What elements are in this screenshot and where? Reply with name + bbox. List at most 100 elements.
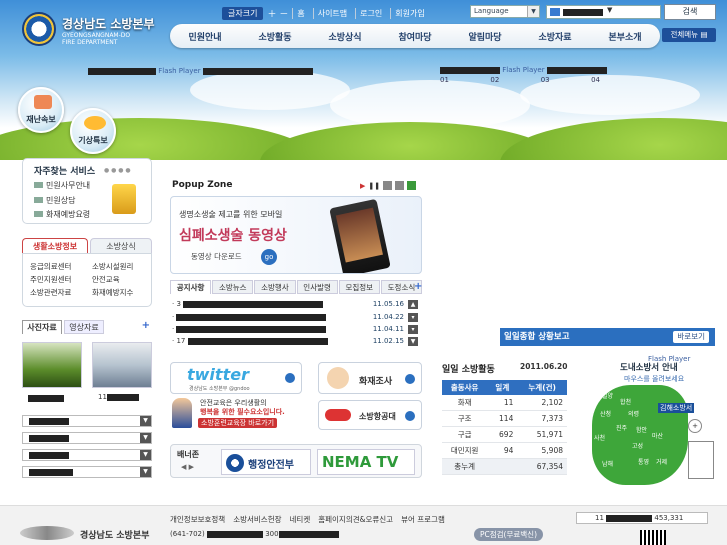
banner-prev-icon[interactable]: ◀ ▶ <box>181 463 194 471</box>
flash-page-3[interactable]: 03 <box>541 76 550 86</box>
pc-check-button[interactable]: PC점검(무료백신) <box>474 528 544 541</box>
map-region[interactable]: 남해 <box>602 459 613 468</box>
chevron-icon[interactable]: ▾ <box>408 313 418 322</box>
map-region[interactable]: 밀양 <box>602 391 613 400</box>
go-button[interactable]: go <box>261 249 277 265</box>
nav-item-data[interactable]: 소방자료 <box>538 30 571 43</box>
notice-row[interactable]: · 3 11.05.16 ▲ <box>172 300 418 311</box>
login-link[interactable]: 로그인 <box>355 7 386 19</box>
notice-row[interactable]: · 11.04.22 ▾ <box>172 313 418 324</box>
frequent-item[interactable]: 화재예방요령 <box>34 209 90 220</box>
mopas-banner[interactable]: 행정안전부 <box>221 449 311 475</box>
link-select[interactable]: ▼ <box>22 449 152 461</box>
service-link[interactable]: 소방시설원리 <box>92 261 133 272</box>
chevron-up-icon[interactable]: ▲ <box>408 300 418 309</box>
map-region[interactable]: 마산 <box>652 431 663 440</box>
site-logo[interactable]: 경상남도 소방본부 GYEONGSANGNAM-DO FIRE DEPARTME… <box>22 10 172 54</box>
weather-warning-bubble[interactable]: 기상특보 <box>70 108 116 154</box>
popup-page-3[interactable] <box>407 181 417 190</box>
fire-investigation-banner[interactable]: 화재조사 <box>318 362 422 394</box>
flash-page-2[interactable]: 02 <box>490 76 499 86</box>
play-icon[interactable]: ▶ <box>360 182 365 190</box>
more-photos-button[interactable]: + <box>142 320 150 331</box>
link-select[interactable]: ▼ <box>22 415 152 427</box>
service-link[interactable]: 주민지원센터 <box>30 274 71 285</box>
flash-page-4[interactable]: 04 <box>591 76 600 86</box>
tab-video[interactable]: 영상자료 <box>64 320 104 334</box>
twitter-banner[interactable]: twitter 경상남도 소방본부 @gndoo <box>170 362 302 394</box>
frequent-item[interactable]: 민원사무안내 <box>34 180 90 191</box>
pause-icon[interactable]: ❚❚ <box>368 182 380 190</box>
map-region[interactable]: 함안 <box>636 425 647 434</box>
table-row: 구조 114 7,373 <box>442 410 567 427</box>
chevron-down-icon[interactable]: ▼ <box>408 337 418 346</box>
popup-line2: 심폐소생술 동영상 <box>179 228 287 244</box>
tab-life-fire-info[interactable]: 생활소방정보 <box>22 238 88 254</box>
font-plus-minus-icon[interactable]: ＋ － <box>267 7 288 20</box>
map-region[interactable]: 산청 <box>600 409 611 418</box>
chevron-icon[interactable]: ▾ <box>408 325 418 334</box>
service-link[interactable]: 응급의료센터 <box>30 261 71 272</box>
netiquette-link[interactable]: 네티켓 <box>290 514 311 525</box>
nav-item-participation[interactable]: 참여마당 <box>398 30 431 43</box>
tab-recruit[interactable]: 모집정보 <box>338 280 380 294</box>
font-size-button[interactable]: 글자크기 <box>222 6 264 20</box>
home-link[interactable]: 홈 <box>292 7 308 19</box>
service-link[interactable]: 화재예방지수 <box>92 287 133 298</box>
nav-item-notice[interactable]: 알림마당 <box>468 30 501 43</box>
feedback-link[interactable]: 홈페이지의견&오류신고 <box>318 514 393 525</box>
photo-thumbnail[interactable] <box>92 342 152 388</box>
sitemap-link[interactable]: 사이트맵 <box>312 7 351 19</box>
service-link[interactable]: 안전교육 <box>92 274 120 285</box>
fire-station-map[interactable]: Flash Player 도내소방서 안내 마우스를 올려보세요 김해소방서 밀… <box>578 353 718 503</box>
notice-row[interactable]: · 11.04.11 ▾ <box>172 325 418 336</box>
viewer-link[interactable]: 뷰어 프로그램 <box>401 514 445 525</box>
carousel-dots[interactable]: ● ● ● ● <box>104 167 131 174</box>
nav-item-civil[interactable]: 민원안내 <box>188 30 221 43</box>
tab-photo[interactable]: 사진자료 <box>22 320 62 334</box>
flash-placeholder-text: Flash Player <box>502 66 545 74</box>
mini-map-icon[interactable] <box>688 441 714 479</box>
search-input[interactable]: ▼ <box>546 5 661 19</box>
training-center-button[interactable]: 소방훈련교육장 바로가기 <box>198 418 278 428</box>
nav-item-about[interactable]: 본부소개 <box>608 30 641 43</box>
popup-banner[interactable]: 생명소생술 제고를 위한 모바일 심폐소생술 동영상 동영상 다운로드 go <box>170 196 422 274</box>
view-report-button[interactable]: 바로보기 <box>673 331 709 343</box>
language-select[interactable]: Language ▼ <box>470 5 540 18</box>
tab-fire-events[interactable]: 소방행사 <box>254 280 296 294</box>
signup-link[interactable]: 회원가입 <box>390 7 428 19</box>
map-region[interactable]: 거제 <box>656 457 667 466</box>
all-menu-button[interactable]: 전체메뉴 ▤ <box>662 28 716 42</box>
nav-item-knowledge[interactable]: 소방상식 <box>328 30 361 43</box>
map-region[interactable]: 사천 <box>594 433 605 442</box>
nav-item-activity[interactable]: 소방활동 <box>258 30 291 43</box>
tab-notice[interactable]: 공지사항 <box>170 280 212 294</box>
safety-education-banner[interactable]: 안전교육은 우리생활의 행복을 위한 필수요소입니다. 소방훈련교육장 바로가기 <box>170 396 310 432</box>
map-region[interactable]: 의령 <box>628 409 639 418</box>
disaster-news-bubble[interactable]: 재난속보 <box>18 87 64 133</box>
tab-fire-knowledge[interactable]: 소방상식 <box>90 238 152 254</box>
tab-fire-news[interactable]: 소방뉴스 <box>212 280 254 294</box>
nema-tv-banner[interactable]: NEMA TV <box>317 449 415 475</box>
map-region[interactable]: 통영 <box>638 457 649 466</box>
service-link[interactable]: 소방관련자료 <box>30 287 71 298</box>
zoom-in-icon[interactable]: + <box>688 419 702 433</box>
privacy-link[interactable]: 개인정보보호정책 <box>170 514 225 525</box>
tab-personnel[interactable]: 인사발령 <box>296 280 338 294</box>
service-charter-link[interactable]: 소방서비스헌장 <box>233 514 281 525</box>
map-region[interactable]: 고성 <box>632 441 643 450</box>
more-notices-button[interactable]: + <box>414 281 422 292</box>
notice-row[interactable]: · 17 11.02.15 ▼ <box>172 337 418 348</box>
frequent-item[interactable]: 민원상담 <box>34 195 75 206</box>
search-button[interactable]: 검색 <box>664 4 716 20</box>
map-region[interactable]: 진주 <box>616 423 627 432</box>
province-map-shape[interactable] <box>592 385 688 485</box>
map-region[interactable]: 합천 <box>620 397 631 406</box>
flash-page-1[interactable]: 01 <box>440 76 449 86</box>
aviation-banner[interactable]: 소방항공대 <box>318 400 422 430</box>
photo-thumbnail[interactable] <box>22 342 82 388</box>
link-select[interactable]: ▼ <box>22 432 152 444</box>
popup-page-2[interactable] <box>395 181 405 190</box>
popup-page-1[interactable] <box>383 181 393 190</box>
link-select[interactable]: ▼ <box>22 466 152 478</box>
